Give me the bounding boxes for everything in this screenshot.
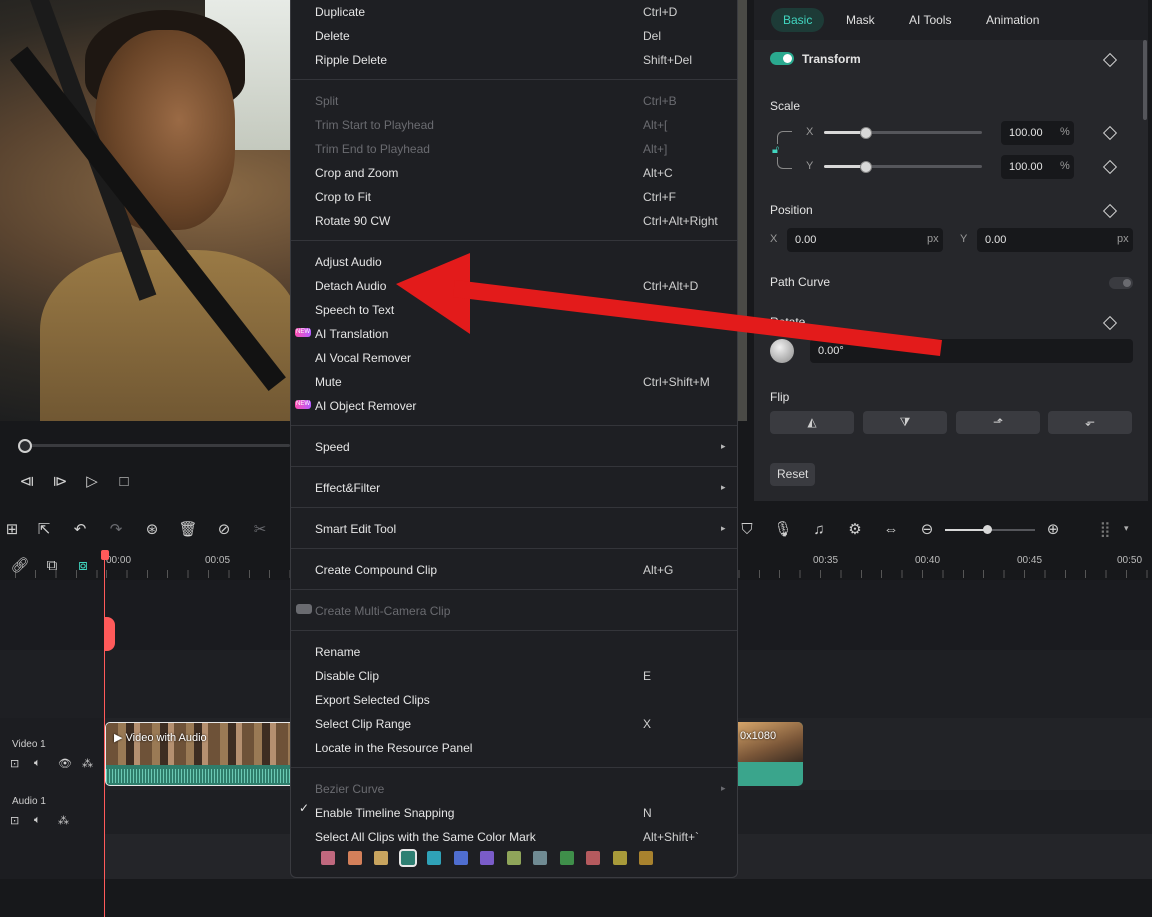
annotation-arrow: [396, 253, 942, 356]
arrow-shaft: [453, 280, 942, 356]
